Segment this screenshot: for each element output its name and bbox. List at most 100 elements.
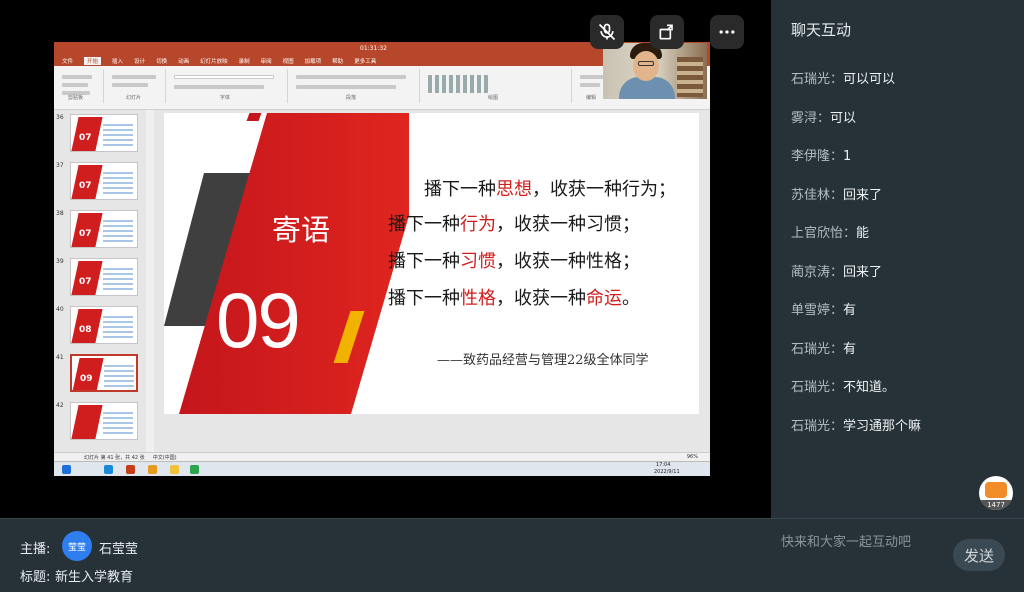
host-label: 主播: <box>20 542 51 557</box>
chat-text: 可以 <box>830 110 857 126</box>
ppt-menu-item: 视图 <box>282 58 294 65</box>
chat-text: 回来了 <box>843 187 883 203</box>
slide-thumbnail[interactable]: 07 <box>70 210 138 248</box>
ppt-workspace: 36 07 37 07 38 07 39 07 40 08 41 09 42 寄语 09 播下一种思想，… <box>54 110 710 452</box>
chat-sender: 蔺京涛： <box>791 264 844 280</box>
ppt-menu-item: 幻灯片放映 <box>200 58 228 65</box>
thumbnail-label: 07 <box>79 181 92 191</box>
slide-thumbnail[interactable] <box>70 402 138 440</box>
shared-screen-powerpoint: 01:31:32 文件 开始 插入 设计 切换 动画 幻灯片放映 录制 审阅 视图 加载项 帮助 更多工… <box>54 42 710 476</box>
like-count: 1477 <box>979 500 1013 510</box>
taskbar-app-icon <box>190 465 199 474</box>
slide-thumbnail[interactable]: 07 <box>70 162 138 200</box>
poem-line-2: 播下一种行为，收获一种习惯； <box>388 214 640 235</box>
more-icon[interactable] <box>710 15 744 49</box>
host-info-bar: 主播: 莹莹 石莹莹 标题: 新生入学教育 <box>0 518 771 592</box>
chat-message: 蔺京涛：回来了 <box>791 261 882 280</box>
ribbon-group-paragraph: 段落 <box>290 69 420 103</box>
thumbnail-label: 07 <box>79 277 92 287</box>
like-button[interactable]: 1477 <box>979 476 1013 510</box>
ppt-menu-item: 动画 <box>178 58 190 65</box>
chat-message: 石瑞光：不知道。 <box>791 376 895 395</box>
ppt-menu-item: 设计 <box>134 58 146 65</box>
chat-panel: 聊天互动 石瑞光：可以可以 雾浔：可以 李伊隆：1 苏佳林：回来了 上官欣怡：能 蔺京涛：… <box>771 0 1024 518</box>
slide-thumbnail[interactable]: 07 <box>70 114 138 152</box>
thumbnail-number: 38 <box>56 210 64 217</box>
rotate-icon[interactable] <box>650 15 684 49</box>
thumbnail-scrollbar[interactable] <box>146 110 154 452</box>
ppt-statusbar: 幻灯片 第 41 张，共 42 张 中文(中国) 96% <box>54 452 710 461</box>
ppt-menu-item: 帮助 <box>332 58 344 65</box>
thumbnail-number: 36 <box>56 114 64 121</box>
chat-sender: 石瑞光： <box>791 72 844 87</box>
chat-text: 能 <box>856 226 870 241</box>
chat-message: 上官欣怡：能 <box>791 222 869 241</box>
chat-message: 雾浔：可以 <box>791 107 856 126</box>
slide-section-number: 09 <box>216 276 301 364</box>
chat-sender: 上官欣怡： <box>791 226 857 241</box>
slide-thumbnail[interactable]: 07 <box>70 258 138 296</box>
folder-icon <box>170 465 179 474</box>
slide-accent <box>246 113 262 121</box>
chat-message: 石瑞光：可以可以 <box>791 68 895 87</box>
chat-input-area: 发送 <box>771 518 1024 592</box>
slide-thumbnail[interactable]: 09 <box>70 354 138 392</box>
slide-title: 寄语 <box>272 213 331 247</box>
poem-line-1: 播下一种思想，收获一种行为； <box>424 179 676 200</box>
ppt-menu-item: 录制 <box>238 58 250 65</box>
ppt-menu-item: 加载项 <box>304 58 322 65</box>
ppt-menu-item: 更多工具 <box>354 58 377 65</box>
ribbon-group-drawing: 绘图 <box>422 69 572 103</box>
thumbnail-label: 08 <box>79 325 92 335</box>
ppt-menu-item: 审阅 <box>260 58 272 65</box>
topic-title: 新生入学教育 <box>55 570 134 585</box>
chat-text: 可以可以 <box>843 72 896 87</box>
thumbnail-number: 40 <box>56 306 64 313</box>
chat-sender: 石瑞光： <box>791 418 844 434</box>
ppt-menu-item: 文件 <box>62 58 74 65</box>
chat-sender: 石瑞光： <box>791 380 844 395</box>
thumbnail-label: 07 <box>79 229 92 239</box>
thumbnail-number: 37 <box>56 162 64 169</box>
no-mic-icon[interactable] <box>590 15 624 49</box>
windows-start-icon <box>62 465 71 474</box>
ppt-menu-item: 开始 <box>84 56 102 65</box>
chat-sender: 苏佳林： <box>791 187 844 203</box>
current-slide: 寄语 09 播下一种思想，收获一种行为； 播下一种行为，收获一种习惯； 播下一种… <box>164 113 699 414</box>
ribbon-group-clipboard: 剪贴板 <box>56 69 104 103</box>
chat-text: 回来了 <box>843 264 883 280</box>
windows-taskbar: 17:04 2022/9/11 <box>54 461 710 476</box>
chat-message: 苏佳林：回来了 <box>791 184 882 203</box>
chat-message: 李伊隆：1 <box>791 145 851 164</box>
slide-thumbnails: 36 07 37 07 38 07 39 07 40 08 41 09 42 <box>54 110 146 452</box>
host-name: 石莹莹 <box>99 542 139 557</box>
slide-thumbnail[interactable]: 08 <box>70 306 138 344</box>
slide-signature: ——致药品经营与管理22级全体同学 <box>437 353 649 368</box>
ppt-menu-item: 切换 <box>156 58 168 65</box>
chat-text: 有 <box>843 341 857 357</box>
thumbnail-label: 07 <box>79 133 92 143</box>
video-stream[interactable]: 01:31:32 文件 开始 插入 设计 切换 动画 幻灯片放映 录制 审阅 视图 加载项 帮助 更多工… <box>0 0 771 518</box>
chat-message: 石瑞光：学习通那个嘛 <box>791 415 921 434</box>
chat-sender: 单雪婷： <box>791 303 844 318</box>
chat-text: 有 <box>843 303 857 318</box>
taskbar-app-icon <box>148 465 157 474</box>
chat-text: 不知道。 <box>843 380 896 395</box>
send-button[interactable]: 发送 <box>953 539 1005 571</box>
host-avatar[interactable]: 莹莹 <box>62 531 92 561</box>
ribbon-group-font: 字体 <box>168 69 288 103</box>
topic-label: 标题: <box>20 570 51 585</box>
live-classroom: 01:31:32 文件 开始 插入 设计 切换 动画 幻灯片放映 录制 审阅 视图 加载项 帮助 更多工… <box>0 0 1024 592</box>
poem-line-4: 播下一种性格，收获一种命运。 <box>388 288 640 309</box>
thumbnail-number: 41 <box>56 354 64 361</box>
ribbon-group-slides: 幻灯片 <box>106 69 166 103</box>
thumbs-up-icon <box>985 482 1007 498</box>
taskbar-app-icon <box>104 465 113 474</box>
host-webcam <box>603 43 707 99</box>
chat-input[interactable] <box>781 527 951 557</box>
recording-time: 01:31:32 <box>360 45 387 52</box>
chat-sender: 李伊隆： <box>791 149 844 164</box>
powerpoint-icon <box>126 465 135 474</box>
thumbnail-label: 09 <box>80 374 93 384</box>
chat-text: 1 <box>843 149 852 164</box>
